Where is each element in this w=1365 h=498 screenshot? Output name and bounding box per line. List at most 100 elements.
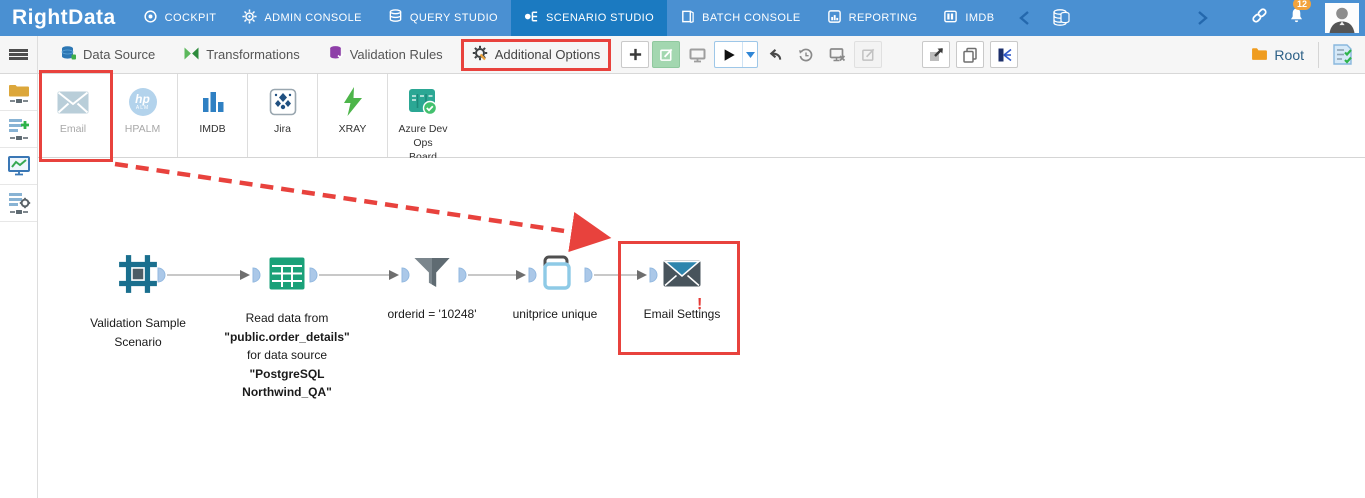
palette-item-email[interactable]: Email bbox=[38, 74, 108, 157]
scenario-canvas[interactable]: Validation Sample Scenario Read data from… bbox=[38, 158, 1365, 498]
menu-transformations[interactable]: Transformations bbox=[177, 41, 305, 69]
edit-disabled-button[interactable] bbox=[854, 41, 883, 68]
user-avatar[interactable] bbox=[1325, 3, 1359, 33]
azure-board-icon bbox=[388, 85, 458, 119]
undo-button[interactable] bbox=[761, 41, 789, 68]
node-validation-sample-scenario[interactable]: Validation Sample Scenario bbox=[73, 253, 203, 351]
fanout-button[interactable] bbox=[990, 41, 1019, 68]
palette-item-xray[interactable]: XRAY bbox=[318, 74, 388, 157]
nav-imdb[interactable]: IMDB bbox=[930, 0, 1007, 36]
email-icon bbox=[38, 85, 108, 119]
chevron-right-icon[interactable] bbox=[1186, 10, 1219, 26]
run-button[interactable] bbox=[715, 42, 742, 67]
topbar-right-actions: 12 bbox=[1251, 0, 1365, 33]
run-button-group bbox=[714, 41, 759, 68]
data-source-icon bbox=[60, 45, 77, 65]
notification-badge: 12 bbox=[1293, 0, 1312, 10]
email-settings-icon bbox=[662, 260, 702, 287]
gear-icon bbox=[242, 9, 257, 27]
table-icon bbox=[269, 257, 305, 290]
nav-label: REPORTING bbox=[848, 12, 918, 24]
chevron-left-icon[interactable] bbox=[1008, 10, 1041, 26]
funnel-icon bbox=[414, 258, 450, 287]
sidebar-scenario-settings-icon[interactable] bbox=[0, 185, 37, 222]
nav-admin-console[interactable]: ADMIN CONSOLE bbox=[229, 0, 375, 36]
database-icon bbox=[388, 9, 403, 27]
notifications-bell[interactable]: 12 bbox=[1288, 0, 1312, 30]
root-folder-button[interactable]: Root bbox=[1237, 46, 1318, 63]
palette-label: HPALM bbox=[124, 123, 161, 135]
copy-button[interactable] bbox=[956, 41, 985, 68]
menu-additional-options[interactable]: Additional Options bbox=[460, 38, 612, 71]
flow-icon bbox=[524, 9, 539, 27]
node-unitprice-unique[interactable]: unitprice unique bbox=[490, 255, 620, 324]
toolbar-buttons bbox=[621, 41, 883, 68]
palette-label: XRAY bbox=[338, 123, 367, 135]
palette-item-hpalm[interactable]: hp ALM HPALM bbox=[108, 74, 178, 157]
frame-icon bbox=[119, 255, 157, 293]
top-navigation-bar: RightData COCKPIT ADMIN CONSOLE QUERY ST… bbox=[0, 0, 1365, 36]
left-sidebar bbox=[0, 74, 38, 498]
menu-label: Additional Options bbox=[494, 47, 601, 62]
menu-label: Validation Rules bbox=[349, 47, 443, 62]
error-exclamation: ! bbox=[697, 296, 703, 313]
toolbar: Data Source Transformations Validation R… bbox=[0, 36, 1365, 74]
hpalm-icon: hp ALM bbox=[108, 85, 177, 119]
nav-label: SCENARIO STUDIO bbox=[546, 12, 655, 24]
nav-label: ADMIN CONSOLE bbox=[264, 12, 362, 24]
menu-validation-rules[interactable]: Validation Rules bbox=[322, 40, 449, 70]
nav-batch-console[interactable]: BATCH CONSOLE bbox=[667, 0, 814, 36]
monitor-button[interactable] bbox=[683, 41, 711, 68]
imdb-bars-icon bbox=[178, 85, 247, 119]
validation-rules-icon bbox=[328, 45, 344, 65]
database-stack-icon[interactable] bbox=[1041, 8, 1081, 28]
add-button[interactable] bbox=[621, 41, 650, 68]
node-read-data[interactable]: Read data from "public.order_details" fo… bbox=[212, 257, 362, 402]
toolbar-buttons-secondary bbox=[922, 41, 1019, 68]
nav-cockpit[interactable]: COCKPIT bbox=[130, 0, 230, 36]
scenario-studio-page: RightData COCKPIT ADMIN CONSOLE QUERY ST… bbox=[0, 0, 1365, 498]
nav-reporting[interactable]: REPORTING bbox=[814, 0, 931, 36]
open-external-button[interactable] bbox=[922, 41, 951, 68]
nav-label: IMDB bbox=[965, 12, 995, 24]
toolbar-right: Root bbox=[1237, 36, 1365, 73]
edit-button[interactable] bbox=[652, 41, 681, 68]
nav-label: QUERY STUDIO bbox=[409, 12, 499, 24]
additional-options-gear-icon bbox=[472, 45, 489, 65]
menu-data-source[interactable]: Data Source bbox=[54, 40, 161, 70]
palette-label: Email bbox=[59, 123, 87, 135]
export-results-button[interactable] bbox=[823, 41, 851, 68]
component-palette: Email hp ALM HPALM IMDB Jira XRAY Azure D… bbox=[38, 74, 1365, 163]
folder-icon bbox=[1251, 46, 1268, 63]
transformations-icon bbox=[183, 46, 200, 64]
sidebar-folder-tree-icon[interactable] bbox=[0, 74, 37, 111]
node-filter-orderid[interactable]: orderid = '10248' bbox=[367, 257, 497, 324]
hamburger-menu-icon[interactable] bbox=[0, 36, 38, 73]
menu-label: Data Source bbox=[83, 47, 156, 62]
duplicate-check-icon bbox=[542, 255, 571, 290]
history-button[interactable] bbox=[792, 41, 820, 68]
xray-lightning-icon bbox=[318, 85, 387, 119]
sidebar-add-scenario-icon[interactable] bbox=[0, 111, 37, 148]
palette-item-imdb[interactable]: IMDB bbox=[178, 74, 248, 157]
nav-scenario-studio[interactable]: SCENARIO STUDIO bbox=[511, 0, 668, 36]
nav-query-studio[interactable]: QUERY STUDIO bbox=[375, 0, 511, 36]
validation-checklist-icon[interactable] bbox=[1319, 43, 1365, 67]
batch-icon bbox=[680, 9, 695, 27]
cockpit-icon bbox=[143, 9, 158, 27]
sidebar-monitor-chart-icon[interactable] bbox=[0, 148, 37, 185]
rightdata-logo[interactable]: RightData bbox=[0, 6, 130, 30]
menu-label: Transformations bbox=[206, 47, 300, 62]
palette-label: Jira bbox=[274, 123, 291, 135]
node-email-settings[interactable]: ! Email Settings bbox=[617, 260, 747, 324]
palette-item-jira[interactable]: Jira bbox=[248, 74, 318, 157]
link-icon[interactable] bbox=[1251, 7, 1268, 29]
palette-label: IMDB bbox=[199, 123, 226, 135]
nav-label: BATCH CONSOLE bbox=[702, 12, 801, 24]
bar-chart-icon bbox=[827, 9, 842, 27]
jira-icon bbox=[248, 85, 317, 119]
nav-label: COCKPIT bbox=[164, 12, 217, 24]
run-dropdown-arrow[interactable] bbox=[742, 42, 757, 67]
palette-item-azure-devops-board[interactable]: Azure Dev Ops Board bbox=[388, 74, 458, 163]
root-label: Root bbox=[1274, 46, 1304, 63]
